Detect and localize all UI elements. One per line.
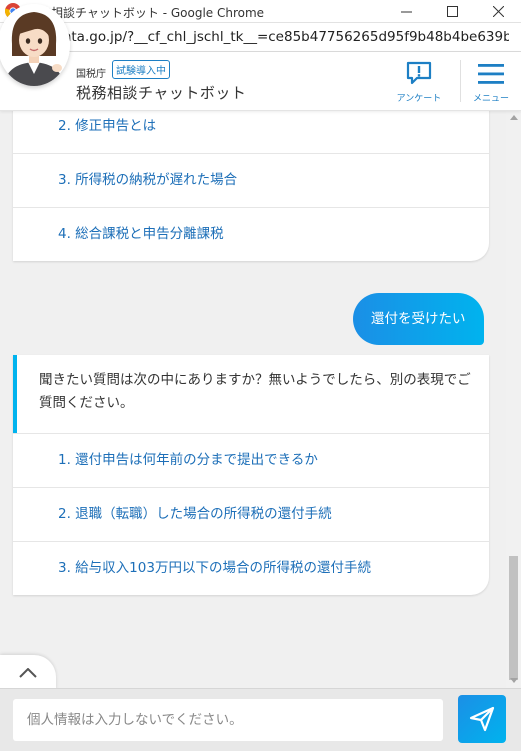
survey-icon — [406, 61, 432, 85]
address-bar[interactable]: chat.nta.go.jp/?__cf_chl_jschl_tk__=ce85… — [0, 23, 521, 52]
close-window-button[interactable] — [475, 0, 521, 22]
user-message: 還付を受けたい — [353, 293, 484, 345]
maximize-button[interactable] — [429, 0, 475, 22]
chevron-up-icon — [19, 668, 37, 678]
chatbot-character-icon — [0, 4, 70, 86]
question-option[interactable]: 4. 総合課税と申告分離課税 — [13, 208, 489, 261]
scroll-down-arrow[interactable] — [506, 673, 521, 688]
bubble-accent-bar — [13, 355, 17, 433]
question-option[interactable]: 2. 修正申告とは — [13, 110, 489, 154]
input-bar — [0, 688, 521, 751]
menu-label: メニュー — [472, 94, 509, 104]
chat-scrollbar[interactable] — [506, 110, 521, 688]
bot-intro-text: 聞きたい質問は次の中にありますか？無いようでしたら、別の表現でご質問ください。 — [39, 372, 471, 411]
window-titlebar: 税務相談チャットボット - Google Chrome — [0, 0, 521, 23]
url-text[interactable]: chat.nta.go.jp/?__cf_chl_jschl_tk__=ce85… — [29, 29, 509, 45]
question-option[interactable]: 3. 所得税の納税が遅れた場合 — [13, 154, 489, 208]
agency-name: 国税庁 — [76, 69, 106, 80]
message-input[interactable] — [13, 699, 443, 741]
scrollbar-thumb[interactable] — [509, 556, 518, 680]
bot-intro: 聞きたい質問は次の中にありますか？無いようでしたら、別の表現でご質問ください。 — [13, 355, 489, 434]
survey-label: アンケート — [396, 94, 442, 104]
bot-response-bubble: 聞きたい質問は次の中にありますか？無いようでしたら、別の表現でご質問ください。 … — [13, 355, 489, 595]
send-button[interactable] — [458, 695, 506, 743]
scroll-down-icon — [509, 678, 518, 683]
close-icon — [492, 5, 504, 17]
maximize-icon — [446, 5, 458, 17]
app-title: 税務相談チャットボット — [76, 84, 247, 102]
question-option[interactable]: 1. 還付申告は何年前の分まで提出できるか — [13, 434, 489, 488]
chat-area[interactable]: 2. 修正申告とは 3. 所得税の納税が遅れた場合 4. 総合課税と申告分離課税… — [0, 110, 506, 688]
menu-icon — [478, 64, 504, 84]
send-icon — [469, 706, 495, 732]
window-title: 税務相談チャットボット - Google Chrome — [27, 6, 265, 20]
trial-badge: 試験導入中 — [112, 60, 170, 79]
app-header: 国税庁 試験導入中 税務相談チャットボット アンケート メニュー — [0, 52, 521, 111]
scroll-top-button[interactable] — [0, 655, 56, 691]
survey-button[interactable]: アンケート — [389, 58, 449, 106]
question-option[interactable]: 2. 退職（転職）した場合の所得税の還付手続 — [13, 488, 489, 542]
menu-button[interactable]: メニュー — [461, 58, 521, 106]
question-option[interactable]: 3. 給与収入103万円以下の場合の所得税の還付手続 — [13, 542, 489, 595]
chatbot-avatar — [0, 4, 70, 86]
previous-bot-bubble: 2. 修正申告とは 3. 所得税の納税が遅れた場合 4. 総合課税と申告分離課税 — [13, 110, 489, 261]
minimize-icon — [400, 11, 412, 12]
minimize-button[interactable] — [383, 0, 429, 22]
scroll-up-icon — [509, 115, 518, 120]
scroll-up-arrow[interactable] — [506, 110, 521, 125]
